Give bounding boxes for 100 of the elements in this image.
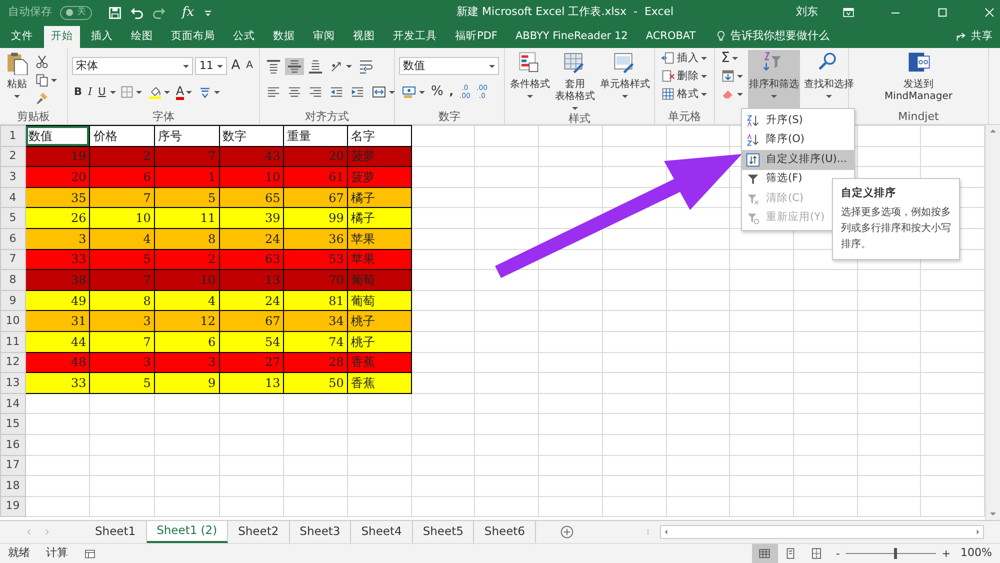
table-cell[interactable]: 菠萝 [347,166,412,188]
table-cell[interactable]: 8 [154,228,220,250]
table-cell[interactable]: 67 [284,187,348,208]
row-header[interactable]: 11 [0,331,26,352]
table-cell[interactable]: 54 [219,331,284,352]
table-cell[interactable]: 9 [154,372,220,394]
shrink-font-button[interactable]: A [244,58,255,74]
table-cell[interactable]: 3 [154,352,220,373]
insert-button[interactable]: 插入 [659,50,709,66]
font-name-field[interactable]: 宋体 [72,57,194,75]
table-cell[interactable]: 50 [284,372,348,394]
ribbon-tab[interactable]: 公式 [226,26,262,48]
conditional-format-button[interactable]: 条件格式 [509,50,551,111]
table-cell[interactable]: 33 [25,372,90,394]
row-header[interactable]: 4 [0,187,26,208]
row-header[interactable]: 17 [0,455,26,476]
table-cell[interactable]: 20 [25,166,90,188]
table-cell[interactable]: 6 [154,331,220,352]
zoom-out-button[interactable]: - [834,546,842,562]
table-cell[interactable]: 63 [219,249,284,270]
row-header[interactable]: 9 [0,290,26,311]
table-cell[interactable]: 5 [90,249,154,270]
row-header[interactable]: 14 [0,393,26,414]
row-header[interactable]: 8 [0,270,26,290]
number-format-field[interactable]: 数值 [399,57,499,75]
delete-button[interactable]: 删除 [659,68,709,84]
row-header[interactable]: 6 [0,228,26,250]
table-format-button[interactable]: 套用 表格格式 [554,50,596,111]
table-cell[interactable]: 81 [284,290,348,311]
table-cell[interactable]: 3 [90,310,154,332]
font-size-field[interactable]: 11 [195,57,228,75]
font-color-button[interactable]: A [174,84,194,100]
cell-styles-button[interactable]: 单元格样式 [599,50,651,111]
table-cell[interactable]: 8 [90,290,154,311]
comma-button[interactable]: , [447,84,456,100]
autosum-button[interactable]: Σ [719,50,745,66]
table-cell[interactable]: 74 [284,331,348,352]
table-cell[interactable]: 5 [90,372,154,394]
function-button[interactable]: fx [182,2,194,22]
row-header[interactable]: 10 [0,310,26,332]
row-header[interactable]: 16 [0,434,26,455]
row-header[interactable]: 5 [0,208,26,228]
table-cell[interactable]: 数字 [219,126,284,146]
undo-icon[interactable] [130,6,144,20]
row-header[interactable]: 19 [0,496,26,517]
ribbon-tab[interactable]: ACROBAT [638,26,703,48]
table-cell[interactable]: 苹果 [347,249,412,270]
table-cell[interactable]: 6 [90,166,154,188]
format-button[interactable]: 格式 [659,86,709,102]
table-cell[interactable]: 桃子 [347,310,412,332]
table-cell[interactable]: 桃子 [347,331,412,352]
table-cell[interactable]: 橘子 [347,187,412,208]
table-cell[interactable]: 4 [154,290,220,311]
vertical-align-button[interactable] [264,58,283,74]
sheet-tab[interactable]: Sheet1 (2) [146,521,228,543]
table-cell[interactable]: 65 [219,187,284,208]
table-cell[interactable]: 序号 [154,126,220,146]
italic-button[interactable]: I [86,84,94,100]
table-cell[interactable]: 2 [154,249,220,270]
vertical-align-button[interactable] [285,58,304,74]
table-cell[interactable]: 44 [25,331,90,352]
table-cell[interactable]: 名字 [347,126,412,146]
ribbon-tab[interactable]: 开始 [44,26,80,48]
row-header[interactable]: 1 [0,126,26,146]
row-header[interactable]: 12 [0,352,26,373]
table-cell[interactable]: 28 [284,352,348,373]
table-cell[interactable]: 10 [90,208,154,228]
menu-item[interactable]: 降序(O) [742,130,854,150]
row-header[interactable]: 7 [0,249,26,270]
maximize-icon[interactable] [936,6,949,19]
table-cell[interactable]: 苹果 [347,228,412,250]
ribbon-tab[interactable]: 数据 [266,26,302,48]
underline-button[interactable]: U [96,84,108,100]
row-header[interactable]: 18 [0,476,26,496]
ribbon-tab[interactable]: 插入 [84,26,120,48]
table-cell[interactable]: 橘子 [347,208,412,228]
table-cell[interactable]: 数值 [25,126,90,146]
table-cell[interactable]: 34 [284,310,348,332]
ribbon-tab[interactable]: 文件 [4,26,40,48]
horizontal-scrollbar[interactable] [660,525,984,539]
row-header[interactable]: 13 [0,372,26,394]
redo-icon[interactable] [152,6,166,20]
status-text[interactable]: 计算 [46,545,68,562]
table-cell[interactable]: 3 [90,352,154,373]
vertical-align-button[interactable] [306,58,325,74]
table-cell[interactable]: 13 [219,372,284,394]
ribbon-display-icon[interactable] [842,6,855,19]
table-cell[interactable]: 11 [154,208,220,228]
table-cell[interactable]: 36 [284,228,348,250]
table-cell[interactable]: 99 [284,208,348,228]
table-cell[interactable]: 24 [219,290,284,311]
table-cell[interactable]: 4 [90,228,154,250]
table-cell[interactable]: 49 [25,290,90,311]
row-header[interactable]: 2 [0,146,26,167]
table-cell[interactable]: 香蕉 [347,352,412,373]
paste-button[interactable]: 粘贴 [4,50,30,109]
table-cell[interactable]: 价格 [90,126,154,146]
menu-item[interactable]: 升序(S) [742,111,854,130]
menu-item[interactable]: 自定义排序(U)... [742,150,854,170]
sort-filter-button[interactable]: 排序和筛选 [748,50,800,109]
